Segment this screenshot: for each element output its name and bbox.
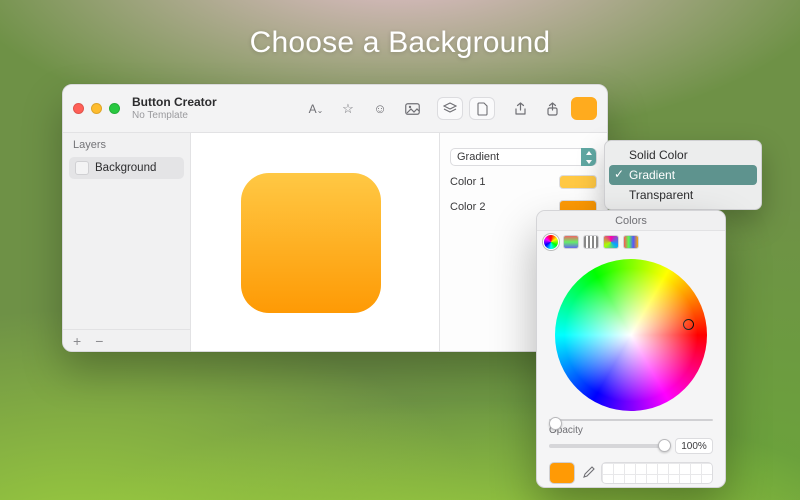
layer-label: Background [95, 162, 156, 174]
add-layer-button[interactable]: + [73, 333, 81, 349]
titlebar: Button Creator No Template A⌄ ☆ ☺ [63, 85, 607, 133]
app-window: Button Creator No Template A⌄ ☆ ☺ [62, 84, 608, 352]
swatch-wells[interactable] [601, 462, 713, 484]
favorite-button[interactable]: ☆ [335, 97, 361, 120]
color-image-mode-icon[interactable] [603, 235, 619, 249]
close-window-button[interactable] [73, 103, 84, 114]
layer-thumb-icon [75, 161, 89, 175]
color1-swatch[interactable] [559, 175, 597, 189]
eyedropper-button[interactable] [581, 466, 595, 480]
image-icon [405, 103, 420, 115]
opacity-slider[interactable] [549, 444, 669, 448]
opacity-label: Opacity [549, 425, 713, 436]
current-color-swatch[interactable] [549, 462, 575, 484]
window-title-block: Button Creator No Template [132, 96, 217, 120]
checkmark-icon: ✓ [614, 167, 624, 181]
brightness-knob-icon [549, 417, 562, 430]
background-type-value: Gradient [457, 151, 499, 163]
text-icon: A [309, 102, 317, 116]
opacity-knob-icon [658, 439, 671, 452]
star-icon: ☆ [342, 101, 354, 117]
menu-label: Gradient [629, 168, 675, 182]
image-button[interactable] [399, 97, 425, 120]
menu-item-solid[interactable]: Solid Color [609, 145, 757, 165]
text-tool-button[interactable]: A⌄ [303, 97, 329, 120]
menu-item-gradient[interactable]: ✓ Gradient [609, 165, 757, 185]
color-picker-panel: Colors Opacity 100% [536, 210, 726, 488]
color-wheel-cursor-icon [683, 319, 694, 330]
layers-sidebar: Layers Background + − [63, 133, 191, 351]
color-sliders-mode-icon[interactable] [563, 235, 579, 249]
brightness-slider[interactable] [549, 419, 713, 421]
color-wheel-mode-icon[interactable] [543, 234, 559, 250]
layers-button[interactable] [437, 97, 463, 120]
page-headline: Choose a Background [0, 26, 800, 60]
document-icon [477, 102, 488, 116]
minimize-window-button[interactable] [91, 103, 102, 114]
color-mode-row [537, 231, 725, 253]
color-chip-button[interactable] [571, 97, 597, 120]
color-pencils-mode-icon[interactable] [623, 235, 639, 249]
emoji-button[interactable]: ☺ [367, 97, 393, 120]
export-button[interactable] [507, 97, 533, 120]
opacity-value-field[interactable]: 100% [675, 438, 713, 454]
export-icon [514, 102, 527, 116]
canvas[interactable] [191, 133, 439, 351]
window-subtitle: No Template [132, 110, 217, 121]
color-picker-title: Colors [537, 211, 725, 231]
layer-row-background[interactable]: Background [69, 157, 184, 179]
popup-stepper-icon [581, 148, 596, 166]
zoom-window-button[interactable] [109, 103, 120, 114]
menu-label: Solid Color [629, 148, 688, 162]
menu-label: Transparent [629, 188, 693, 202]
layers-icon [443, 102, 457, 115]
layers-header: Layers [63, 133, 190, 155]
color-wheel[interactable] [555, 259, 707, 411]
color-chip-icon [577, 101, 592, 116]
color2-label: Color 2 [450, 201, 485, 213]
eyedropper-icon [581, 466, 595, 480]
share-icon [546, 102, 559, 116]
color1-label: Color 1 [450, 176, 485, 188]
sidebar-footer: + − [63, 329, 190, 351]
color-palettes-mode-icon[interactable] [583, 235, 599, 249]
document-button[interactable] [469, 97, 495, 120]
menu-item-transparent[interactable]: Transparent [609, 185, 757, 205]
smiley-icon: ☺ [373, 101, 386, 116]
remove-layer-button[interactable]: − [95, 333, 103, 349]
background-type-popup[interactable]: Gradient [450, 148, 597, 166]
artboard-preview [241, 173, 381, 313]
window-controls [73, 103, 120, 114]
window-title: Button Creator [132, 96, 217, 109]
share-button[interactable] [539, 97, 565, 120]
background-type-menu: Solid Color ✓ Gradient Transparent [604, 140, 762, 210]
